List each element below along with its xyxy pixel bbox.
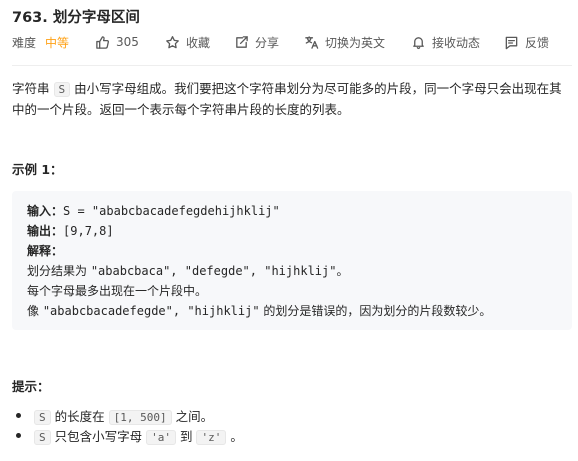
desc-text: 字符串 xyxy=(12,81,50,96)
explain-text: 像 xyxy=(27,304,43,318)
desc-text: 由小写字母组成。我们要把这个字符串划分为尽可能多的片段，同一个字母只会出现在其中… xyxy=(12,81,562,117)
hints-title: 提示： xyxy=(12,379,50,394)
inline-code-z: 'z' xyxy=(196,430,227,445)
favorite-label: 收藏 xyxy=(186,35,211,50)
explain-text: 每个字母最多出现在一个片段中。 xyxy=(27,284,208,298)
explain-text: 的划分是错误的，因为划分的片段数较少。 xyxy=(259,304,492,318)
difficulty-value: 中等 xyxy=(45,35,70,50)
feedback-button[interactable]: 反馈 xyxy=(503,33,549,51)
feedback-icon xyxy=(503,34,519,50)
share-icon xyxy=(233,34,249,50)
divider xyxy=(12,65,572,66)
output-label: 输出： xyxy=(27,224,64,238)
translate-icon xyxy=(303,34,319,50)
explain-code: "ababcbaca", "defegde", "hijhklij" xyxy=(90,264,337,278)
like-button[interactable]: 305 xyxy=(94,33,139,51)
share-button[interactable]: 分享 xyxy=(233,33,279,51)
problem-description: 字符串 S 由小写字母组成。我们要把这个字符串划分为尽可能多的片段，同一个字母只… xyxy=(12,79,572,120)
input-value: S = "ababcbacadefegdehijhklij" xyxy=(63,204,280,218)
example-explain-1: 划分结果为 "ababcbaca", "defegde", "hijhklij"… xyxy=(27,262,348,279)
hint-item: S 的长度在 [1, 500] 之间。 xyxy=(15,406,214,425)
star-icon xyxy=(164,34,180,50)
output-value: [9,7,8] xyxy=(63,224,114,238)
notify-label: 接收动态 xyxy=(432,35,481,50)
explain-label: 解释： xyxy=(27,244,64,258)
hint-text: 到 xyxy=(179,429,193,444)
example-title: 示例 1： xyxy=(12,162,63,177)
switch-language-label: 切换为英文 xyxy=(325,35,386,50)
notify-button[interactable]: 接收动态 xyxy=(410,33,480,51)
hint-text: 的长度在 xyxy=(54,409,105,424)
hint-text: 。 xyxy=(230,429,243,444)
hint-text: 之间。 xyxy=(175,409,214,424)
share-label: 分享 xyxy=(255,35,280,50)
explain-code: "ababcbacadefegde", "hijhklij" xyxy=(42,304,260,318)
thumb-up-icon xyxy=(94,34,110,50)
problem-title: 763. 划分字母区间 xyxy=(12,10,140,26)
inline-code-s: S xyxy=(53,82,71,97)
example-explain-line: 解释： xyxy=(27,242,63,259)
explain-text: 。 xyxy=(336,264,349,278)
inline-code-s: S xyxy=(34,410,51,425)
bell-icon xyxy=(410,34,426,50)
hint-text: 只包含小写字母 xyxy=(54,429,143,444)
hint-item: S 只包含小写字母 'a' 到 'z' 。 xyxy=(16,426,243,445)
inline-code-range: [1, 500] xyxy=(108,410,172,425)
feedback-label: 反馈 xyxy=(525,35,550,50)
favorite-button[interactable]: 收藏 xyxy=(164,33,210,51)
difficulty-label: 难度 xyxy=(12,35,37,50)
example-code-block: 输入：S = "ababcbacadefegdehijhklij" 输出：[9,… xyxy=(12,191,572,330)
inline-code-s: S xyxy=(34,430,51,445)
example-output-line: 输出：[9,7,8] xyxy=(27,222,114,239)
example-input-line: 输入：S = "ababcbacadefegdehijhklij" xyxy=(27,202,280,219)
inline-code-a: 'a' xyxy=(146,430,176,445)
input-label: 输入： xyxy=(27,204,64,218)
switch-language-button[interactable]: 切换为英文 xyxy=(303,33,385,51)
problem-meta-bar: 难度 中等 305 收藏 分享 切换为英文 接收动态 反馈 xyxy=(12,33,572,51)
explain-text: 划分结果为 xyxy=(27,264,91,278)
example-explain-2: 每个字母最多出现在一个片段中。 xyxy=(27,282,207,299)
like-count: 305 xyxy=(116,35,139,49)
example-explain-3: 像 "ababcbacadefegde", "hijhklij" 的划分是错误的… xyxy=(27,302,491,319)
